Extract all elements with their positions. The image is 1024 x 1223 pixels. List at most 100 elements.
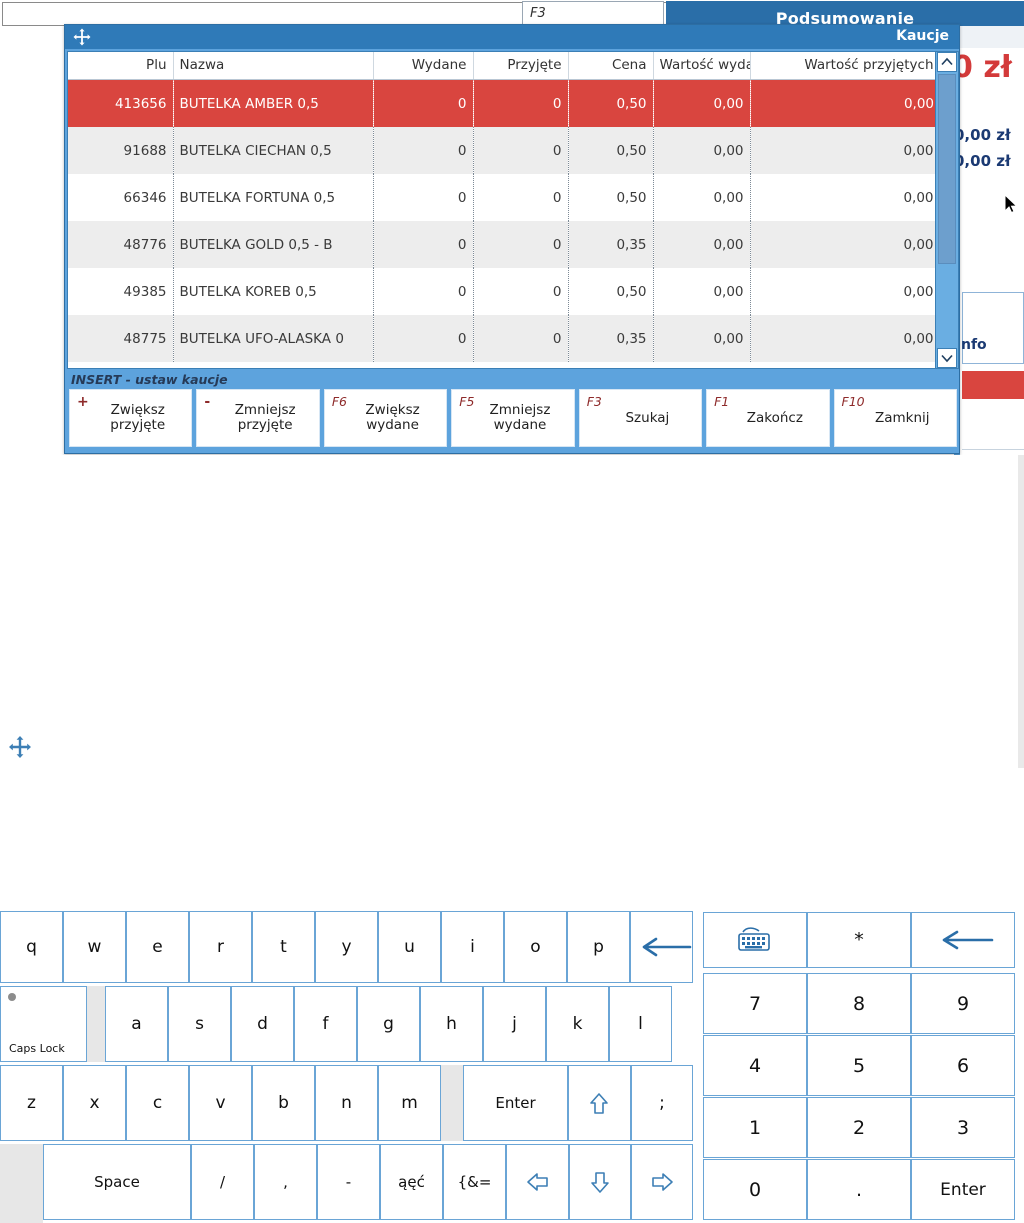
move-icon[interactable] bbox=[73, 28, 91, 46]
background-f3-field[interactable]: F3 bbox=[522, 1, 664, 26]
key-e[interactable]: e bbox=[126, 911, 189, 983]
table-row[interactable]: 48775 BUTELKA UFO-ALASKA 0 0 0 0,35 0,00 0,00 bbox=[68, 315, 935, 362]
key-o[interactable]: o bbox=[504, 911, 567, 983]
numpad-key-7[interactable]: 7 bbox=[703, 973, 807, 1034]
column-header-prz[interactable]: Przyjęte bbox=[473, 52, 569, 80]
key-backspace[interactable] bbox=[630, 911, 693, 983]
column-header-plu[interactable]: Plu bbox=[68, 52, 174, 80]
key-semicolon[interactable]: ; bbox=[631, 1065, 693, 1141]
function-button-f10[interactable]: F10 Zamknij bbox=[833, 389, 957, 447]
key-t[interactable]: t bbox=[252, 911, 315, 983]
key-y[interactable]: y bbox=[315, 911, 378, 983]
key-label: n bbox=[341, 1093, 352, 1113]
numpad-asterisk[interactable]: * bbox=[807, 912, 911, 968]
key-label: 8 bbox=[852, 992, 866, 1015]
table-row[interactable]: 66346 BUTELKA FORTUNA 0,5 0 0 0,50 0,00 0,00 bbox=[68, 174, 935, 221]
key-u[interactable]: u bbox=[378, 911, 441, 983]
numpad-key-6[interactable]: 6 bbox=[911, 1035, 1015, 1096]
key-label: 6 bbox=[956, 1054, 970, 1077]
key-w[interactable]: w bbox=[63, 911, 126, 983]
table-row[interactable]: 48776 BUTELKA GOLD 0,5 - B 0 0 0,35 0,00 0,00 bbox=[68, 221, 935, 268]
key-caps-lock[interactable]: Caps Lock bbox=[0, 986, 87, 1062]
key-label: . bbox=[855, 1178, 863, 1201]
table-row[interactable]: 49385 BUTELKA KOREB 0,5 0 0 0,50 0,00 0,00 bbox=[68, 268, 935, 315]
key-r[interactable]: r bbox=[189, 911, 252, 983]
function-button-f6[interactable]: F6 Zwiększ wydane bbox=[323, 389, 448, 447]
function-button-f3[interactable]: F3 Szukaj bbox=[578, 389, 703, 447]
numpad-key-2[interactable]: 2 bbox=[807, 1097, 911, 1158]
key-s[interactable]: s bbox=[168, 986, 231, 1062]
key-l[interactable]: l bbox=[609, 986, 672, 1062]
key-label: Caps Lock bbox=[9, 1042, 65, 1055]
key-n[interactable]: n bbox=[315, 1065, 378, 1141]
key-space[interactable]: Space bbox=[43, 1144, 191, 1220]
function-button-label: Zmniejsz przyjęte bbox=[221, 403, 296, 433]
numpad-key-1[interactable]: 1 bbox=[703, 1097, 807, 1158]
key-k[interactable]: k bbox=[546, 986, 609, 1062]
key-symbols[interactable]: {&= bbox=[443, 1144, 506, 1220]
key-comma[interactable]: , bbox=[254, 1144, 317, 1220]
numpad-key-5[interactable]: 5 bbox=[807, 1035, 911, 1096]
key-g[interactable]: g bbox=[357, 986, 420, 1062]
key-m[interactable]: m bbox=[378, 1065, 441, 1141]
keyboard-move-handle[interactable] bbox=[0, 1144, 43, 1223]
key-i[interactable]: i bbox=[441, 911, 504, 983]
key-q[interactable]: q bbox=[0, 911, 63, 983]
background-amount-second: 0,00 zł bbox=[954, 152, 1011, 170]
key-dash[interactable]: - bbox=[317, 1144, 380, 1220]
key-shift[interactable] bbox=[568, 1065, 631, 1141]
key-arrow-left[interactable] bbox=[506, 1144, 569, 1220]
cell-wyd: 0 bbox=[373, 174, 474, 221]
key-slash[interactable]: / bbox=[191, 1144, 254, 1220]
key-p[interactable]: p bbox=[567, 911, 630, 983]
scroll-up-button[interactable] bbox=[937, 52, 957, 72]
function-button-[interactable]: - Zmniejsz przyjęte bbox=[196, 389, 320, 447]
scrollbar-thumb[interactable] bbox=[938, 74, 956, 264]
function-button-[interactable]: + Zwiększ przyjęte bbox=[69, 389, 193, 447]
move-icon[interactable] bbox=[8, 735, 32, 759]
key-c[interactable]: c bbox=[126, 1065, 189, 1141]
numpad-key-4[interactable]: 4 bbox=[703, 1035, 807, 1096]
arrow-down-icon bbox=[590, 1171, 609, 1193]
numpad-key-9[interactable]: 9 bbox=[911, 973, 1015, 1034]
numpad-key-dot[interactable]: . bbox=[807, 1159, 911, 1220]
key-z[interactable]: z bbox=[0, 1065, 63, 1141]
column-header-wyd[interactable]: Wydane bbox=[373, 52, 474, 80]
keypad-right-divider bbox=[1018, 455, 1024, 768]
key-f[interactable]: f bbox=[294, 986, 357, 1062]
key-v[interactable]: v bbox=[189, 1065, 252, 1141]
column-header-wprz[interactable]: Wartość przyjętych bbox=[750, 52, 935, 80]
numpad-key-8[interactable]: 8 bbox=[807, 973, 911, 1034]
column-header-nazwa[interactable]: Nazwa bbox=[173, 52, 374, 80]
key-arrow-right[interactable] bbox=[631, 1144, 693, 1220]
function-button-f5[interactable]: F5 Zmniejsz wydane bbox=[451, 389, 575, 447]
key-a[interactable]: a bbox=[105, 986, 168, 1062]
table-row[interactable]: 91688 BUTELKA CIECHAN 0,5 0 0 0,50 0,00 0,00 bbox=[68, 127, 935, 174]
key-d[interactable]: d bbox=[231, 986, 294, 1062]
key-label: d bbox=[257, 1014, 268, 1034]
key-label: k bbox=[572, 1014, 583, 1034]
key-b[interactable]: b bbox=[252, 1065, 315, 1141]
key-arrow-down[interactable] bbox=[569, 1144, 631, 1220]
numpad-key-0[interactable]: 0 bbox=[703, 1159, 807, 1220]
key-enter[interactable]: Enter bbox=[463, 1065, 568, 1141]
key-j[interactable]: j bbox=[483, 986, 546, 1062]
numpad-key-3[interactable]: 3 bbox=[911, 1097, 1015, 1158]
numpad-keyboard-toggle[interactable] bbox=[703, 912, 807, 968]
dialog-titlebar[interactable]: Kaucje bbox=[65, 25, 959, 49]
key-label: 5 bbox=[852, 1054, 866, 1077]
key-x[interactable]: x bbox=[63, 1065, 126, 1141]
column-header-wwyd[interactable]: Wartość wyda bbox=[653, 52, 751, 80]
grid-vertical-scrollbar[interactable] bbox=[935, 52, 958, 368]
numpad-backspace[interactable] bbox=[911, 912, 1015, 968]
backspace-arrow-icon bbox=[642, 937, 691, 957]
function-button-f1[interactable]: F1 Zakończ bbox=[706, 389, 830, 447]
scroll-down-button[interactable] bbox=[937, 348, 957, 368]
key-h[interactable]: h bbox=[420, 986, 483, 1062]
column-header-cena[interactable]: Cena bbox=[568, 52, 654, 80]
key-polish-diacritics[interactable]: ąęć bbox=[380, 1144, 443, 1220]
background-info-button[interactable]: nfo bbox=[961, 292, 1024, 364]
table-row[interactable]: 413656 BUTELKA AMBER 0,5 0 0 0,50 0,00 0,00 bbox=[68, 79, 935, 127]
numpad-key-enter[interactable]: Enter bbox=[911, 1159, 1015, 1220]
function-button-label: Zwiększ wydane bbox=[351, 403, 419, 433]
